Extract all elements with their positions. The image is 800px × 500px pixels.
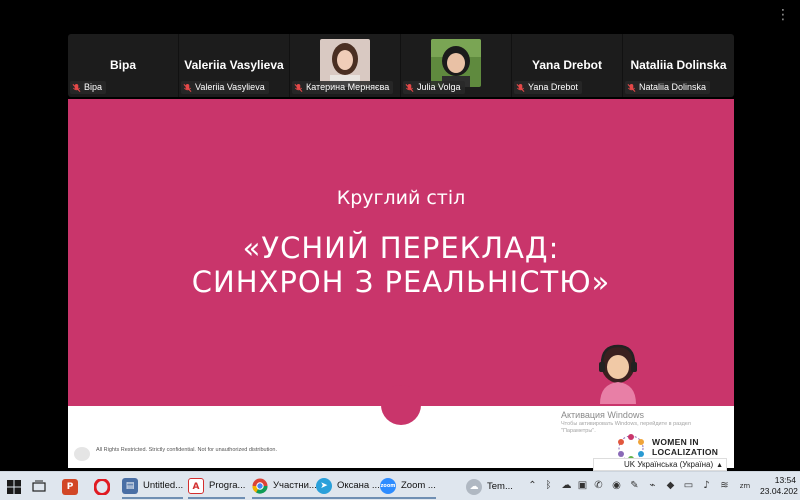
language-select-value: UK Українська (Україна) [624, 460, 714, 469]
opera-icon [94, 478, 110, 495]
taskbar-app-label: Progra... [209, 480, 246, 491]
participant-label-text: Nataliia Dolinska [639, 82, 707, 92]
participant-gallery: Віра Віра Valeriia Vasylieva Valeriia Va… [68, 34, 734, 97]
participant-video [320, 39, 370, 87]
taskbar-powerpoint[interactable]: P [62, 474, 78, 499]
participant-name: Nataliia Dolinska [630, 58, 727, 72]
slide-decor-circle [381, 385, 421, 425]
taskbar-app[interactable]: A Progra... [188, 474, 246, 499]
participant-name: Yana Drebot [531, 58, 603, 72]
participant-video-frame [431, 39, 481, 87]
participant-label-text: Julia Volga [417, 82, 461, 92]
taskbar-app-label: Участни... [273, 480, 317, 491]
slide-title-line: СИНХРОН З РЕАЛЬНІСТЮ» [191, 265, 611, 299]
clock-time: 13:54 [774, 475, 796, 485]
clock-date: 23.04.202 [760, 486, 798, 496]
participant-label: Катерина Мерняєва [292, 81, 394, 94]
slide-title: «УСНИЙ ПЕРЕКЛАД: СИНХРОН З РЕАЛЬНІСТЮ» [68, 231, 734, 299]
interpreter-avatar-illustration [599, 344, 637, 404]
participant-label: Valeriia Vasylieva [181, 81, 269, 94]
windows-logo-icon [7, 479, 21, 494]
mic-muted-icon [516, 83, 525, 92]
tray-wifi-icon[interactable]: ≋ [718, 479, 731, 493]
participant-tile[interactable]: Nataliia Dolinska Nataliia Dolinska [623, 34, 734, 97]
mic-muted-icon [627, 83, 636, 92]
zoom-icon: zoom [380, 477, 396, 494]
chevron-updown-icon: ▲ [716, 462, 723, 469]
brand-line: WOMEN IN [652, 437, 699, 447]
tray-network-icon[interactable]: ⌁ [646, 479, 659, 493]
participant-label-text: Віра [84, 82, 103, 92]
tray-nvidia-icon[interactable]: ◆ [664, 479, 677, 493]
weather-icon: ☁ [466, 478, 482, 495]
mic-muted-icon [294, 83, 303, 92]
document-app-icon: ▤ [122, 477, 138, 494]
participant-tile[interactable]: Віра Віра [68, 34, 179, 97]
tray-app2-icon[interactable]: ◉ [610, 479, 623, 493]
taskbar-app-label: Оксана ... [337, 480, 380, 491]
powerpoint-icon: P [62, 478, 78, 495]
brand-line: LOCALIZATION [652, 447, 719, 457]
taskbar-app[interactable]: ➤ Оксана ... [316, 474, 380, 499]
desktop-screen: ⋮ Віра Віра Valeriia Vasylieva Valeriia … [0, 0, 800, 500]
pdf-icon: A [188, 477, 204, 494]
taskbar-app-label: Zoom ... [401, 480, 436, 491]
taskbar-app[interactable]: Участни... [252, 474, 317, 499]
mic-muted-icon [405, 83, 414, 92]
taskbar-opera[interactable] [94, 474, 110, 499]
participant-label: Nataliia Dolinska [625, 81, 711, 94]
task-view-icon [32, 480, 46, 492]
taskbar-app-label: Untitled... [143, 480, 184, 491]
windows-taskbar: P ▤ Untitled... A Progra... Участни... ➤… [0, 471, 800, 500]
participant-label-text: Valeriia Vasylieva [195, 82, 265, 92]
windows-activation-title: Активация Windows [561, 410, 644, 420]
participant-name: Valeriia Vasylieva [184, 58, 284, 72]
participant-tile[interactable]: Yana Drebot Yana Drebot [512, 34, 623, 97]
participant-name: Віра [109, 58, 136, 72]
participant-label-text: Yana Drebot [528, 82, 578, 92]
task-view-button[interactable] [32, 474, 46, 499]
language-select[interactable]: UK Українська (Україна) ▲ [593, 458, 727, 471]
copyright-note: All Rights Restricted. Strictly confiden… [96, 447, 277, 453]
taskbar-app[interactable]: ▤ Untitled... [122, 474, 184, 499]
tray-notes-icon[interactable]: ✎ [628, 479, 641, 493]
slide-title-line: «УСНИЙ ПЕРЕКЛАД: [242, 231, 560, 265]
tray-bluetooth-icon[interactable]: ᛒ [542, 479, 555, 493]
tray-viber-icon[interactable]: ✆ [592, 479, 605, 493]
participant-label: Віра [70, 81, 107, 94]
mic-muted-icon [72, 83, 81, 92]
chrome-icon [252, 478, 268, 494]
women-in-localization-text: WOMEN IN LOCALIZATION [652, 437, 718, 457]
taskbar-weather[interactable]: ☁ Tem... [466, 474, 513, 499]
tray-app-icon[interactable]: ▣ [576, 479, 589, 493]
company-logo [74, 447, 90, 461]
tray-battery-icon[interactable]: ▭ [682, 479, 695, 493]
participant-label: Yana Drebot [514, 81, 582, 94]
participant-tile[interactable]: Valeriia Vasylieva Valeriia Vasylieva [179, 34, 290, 97]
participant-label: Julia Volga [403, 81, 465, 94]
mic-muted-icon [183, 83, 192, 92]
participant-video-frame [320, 39, 370, 87]
participant-tile[interactable]: Катерина Мерняєва [290, 34, 401, 97]
taskbar-app-label: Tem... [487, 481, 513, 492]
tray-expand-icon[interactable]: ⌃ [526, 479, 539, 493]
telegram-icon: ➤ [316, 477, 332, 494]
windows-start-button[interactable] [6, 474, 22, 499]
participant-video [431, 39, 481, 87]
slide-heading: Круглий стіл [336, 187, 466, 209]
tray-zoom-icon[interactable]: zm [736, 479, 754, 493]
tray-volume-icon[interactable]: ♪ [700, 479, 713, 493]
taskbar-clock[interactable]: 13:54 23.04.202 [760, 475, 798, 497]
taskbar-app[interactable]: zoom Zoom ... [380, 474, 436, 499]
participant-label-text: Катерина Мерняєва [306, 82, 390, 92]
more-options-icon[interactable]: ⋮ [776, 8, 790, 22]
tray-onedrive-icon[interactable]: ☁ [560, 479, 573, 493]
participant-tile[interactable]: Julia Volga [401, 34, 512, 97]
